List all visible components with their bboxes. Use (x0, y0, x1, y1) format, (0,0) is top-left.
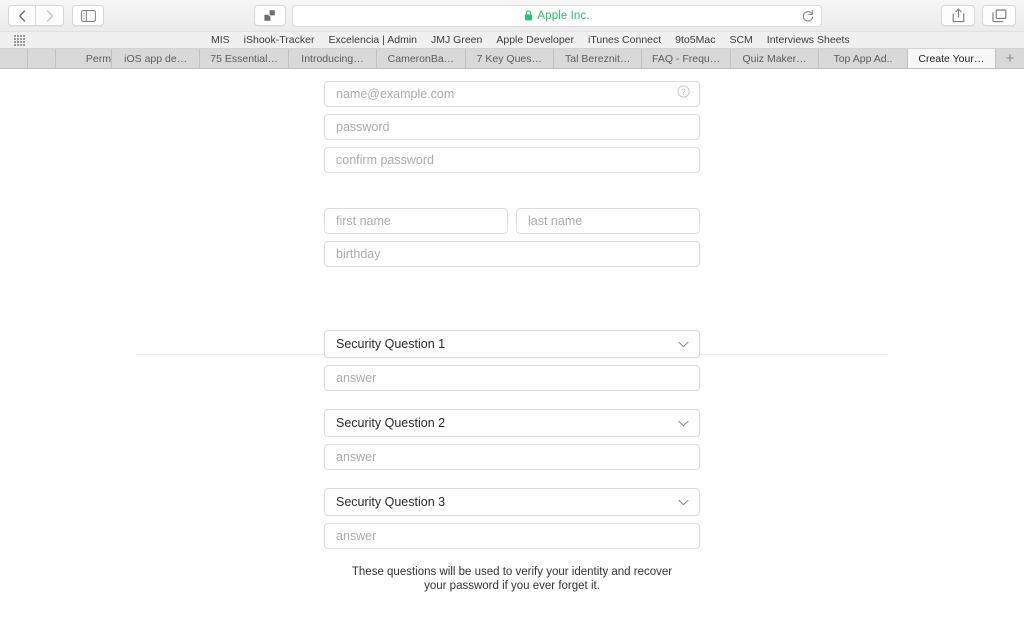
page-content: name@example.com ? password confirm pass… (0, 69, 1024, 639)
sidebar-toggle-icon (80, 9, 96, 22)
bookmark-item[interactable]: iShook-Tracker (244, 34, 315, 46)
share-button[interactable] (941, 5, 975, 26)
security-question-1-value: Security Question 1 (336, 337, 446, 351)
birthday-field[interactable]: birthday (324, 241, 700, 267)
signup-form: name@example.com ? password confirm pass… (324, 69, 700, 639)
bookmark-item[interactable]: Excelencia | Admin (328, 34, 417, 46)
security-question-3-value: Security Question 3 (336, 495, 446, 509)
browser-tab[interactable]: 7 Key Ques… (465, 49, 555, 68)
reload-button[interactable] (801, 9, 815, 23)
security-answer-3-placeholder: answer (336, 529, 377, 543)
toolbar-actions (931, 5, 1016, 26)
reload-icon (802, 9, 814, 22)
share-icon (952, 8, 964, 23)
browser-toolbar: Apple Inc. (0, 0, 1024, 31)
email-placeholder: name@example.com (336, 87, 455, 101)
form-spacer (324, 274, 700, 330)
last-name-field[interactable]: last name (516, 208, 700, 234)
bookmark-item[interactable]: iTunes Connect (588, 34, 661, 46)
navigation-buttons (8, 5, 64, 26)
email-field[interactable]: name@example.com ? (324, 81, 700, 107)
bookmark-item[interactable]: Apple Developer (496, 34, 574, 46)
security-answer-3-field[interactable]: answer (324, 523, 700, 549)
tab-bar: Perm iOS app de… 75 Essential… Introduci… (0, 49, 1024, 69)
bookmark-item[interactable]: Interviews Sheets (767, 34, 850, 46)
chevron-down-icon (678, 414, 689, 432)
browser-tab[interactable]: Quiz Maker… (730, 49, 820, 68)
security-helper-text: These questions will be used to verify y… (351, 566, 673, 593)
bookmark-item[interactable]: MIS (211, 34, 230, 46)
name-row: first name last name (324, 208, 700, 234)
back-button[interactable] (8, 5, 36, 26)
security-answer-2-placeholder: answer (336, 450, 377, 464)
browser-tab[interactable]: CameronBa… (377, 49, 466, 68)
password-field[interactable]: password (324, 114, 700, 140)
chevron-right-icon (46, 9, 53, 22)
browser-tab[interactable]: Tal Bereznit… (554, 49, 643, 68)
browser-tab[interactable] (28, 49, 56, 68)
tab-overview-icon (991, 8, 1006, 22)
bookmark-item[interactable]: SCM (729, 34, 752, 46)
chevron-left-icon (19, 9, 26, 22)
form-spacer (324, 180, 700, 208)
forward-button[interactable] (36, 5, 64, 26)
question-circle-icon[interactable]: ? (677, 85, 690, 103)
lock-icon (525, 10, 533, 21)
browser-tab[interactable]: Introducing… (288, 49, 378, 68)
confirm-password-placeholder: confirm password (336, 153, 434, 167)
squares-button[interactable] (254, 5, 286, 26)
confirm-password-field[interactable]: confirm password (324, 147, 700, 173)
svg-text:?: ? (681, 87, 686, 96)
browser-chrome: Apple Inc. MIS iShook-Tracker Excelencia… (0, 0, 1024, 69)
security-answer-1-placeholder: answer (336, 371, 377, 385)
birthday-placeholder: birthday (336, 247, 381, 261)
browser-tab[interactable]: 75 Essential… (200, 49, 289, 68)
new-tab-button[interactable]: + (996, 49, 1024, 68)
browser-tab[interactable]: Top App Ad.. (819, 49, 908, 68)
browser-tab[interactable]: FAQ - Frequ… (642, 49, 731, 68)
browser-tab-active[interactable]: Create Your… (907, 49, 997, 68)
security-answer-2-field[interactable]: answer (324, 444, 700, 470)
apps-grid-icon[interactable] (14, 34, 25, 46)
bookmark-list: MIS iShook-Tracker Excelencia | Admin JM… (211, 34, 850, 46)
form-spacer (324, 594, 700, 639)
chevron-down-icon (678, 493, 689, 511)
tab-overview-button[interactable] (982, 5, 1016, 26)
address-bar-content: Apple Inc. (524, 10, 589, 22)
password-placeholder: password (336, 120, 390, 134)
security-question-3-select[interactable]: Security Question 3 (324, 488, 700, 516)
security-question-2-value: Security Question 2 (336, 416, 446, 430)
squares-icon (264, 9, 276, 21)
last-name-placeholder: last name (528, 214, 583, 228)
bookmark-item[interactable]: 9to5Mac (675, 34, 715, 46)
browser-tab[interactable]: iOS app de… (112, 49, 201, 68)
browser-tab[interactable] (0, 49, 28, 68)
chevron-down-icon (678, 335, 689, 353)
bookmark-item[interactable]: JMJ Green (431, 34, 482, 46)
first-name-placeholder: first name (336, 214, 391, 228)
security-question-1-select[interactable]: Security Question 1 (324, 330, 700, 358)
first-name-field[interactable]: first name (324, 208, 508, 234)
address-bar[interactable]: Apple Inc. (292, 4, 822, 27)
security-question-2-select[interactable]: Security Question 2 (324, 409, 700, 437)
bookmarks-bar: MIS iShook-Tracker Excelencia | Admin JM… (0, 31, 1024, 49)
address-bar-title: Apple Inc. (537, 9, 590, 22)
sidebar-toggle-button[interactable] (72, 5, 104, 26)
browser-tab[interactable]: Perm (56, 49, 112, 68)
security-answer-1-field[interactable]: answer (324, 365, 700, 391)
